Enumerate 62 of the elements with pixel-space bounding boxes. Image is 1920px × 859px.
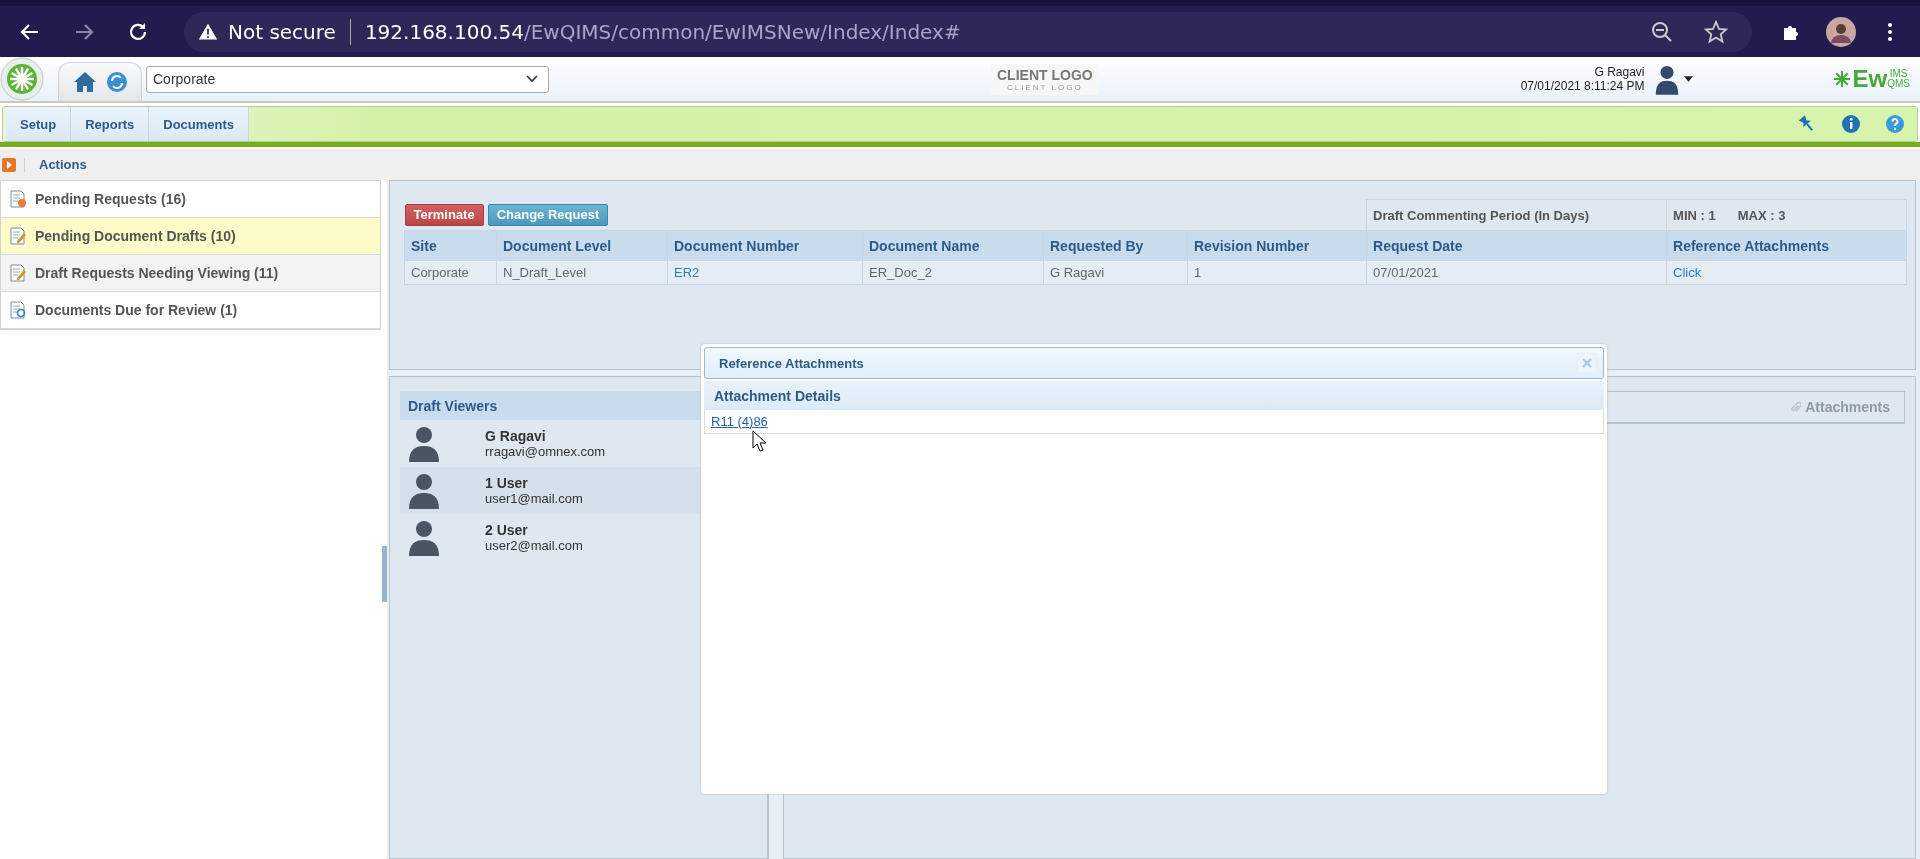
star-icon[interactable] xyxy=(1704,19,1728,44)
url-text: 192.168.100.54/EwQIMS/common/EwIMSNew/Index/Index# xyxy=(364,19,961,44)
dialog-title: Reference Attachments xyxy=(719,355,864,371)
user-email: user1@mail.com xyxy=(485,491,583,506)
column-header: Request Date xyxy=(1366,230,1667,261)
column-header: Document Level xyxy=(496,230,668,261)
section-header: Attachment Details xyxy=(704,381,1604,410)
user-name: 2 User xyxy=(485,522,529,538)
help-icon[interactable] xyxy=(1885,114,1905,134)
action-item[interactable]: Draft Requests Needing Viewing (11) xyxy=(1,255,380,292)
chevron-down-icon xyxy=(526,75,538,83)
max-value: MAX : 3 xyxy=(1737,207,1786,223)
column-header: Document Name xyxy=(862,230,1044,261)
table-link[interactable]: Click xyxy=(1673,265,1702,280)
address-bar[interactable]: Not secure 192.168.100.54/EwQIMS/common/EwIMSNew/Index/Index# xyxy=(184,11,1752,52)
breadcrumb-item[interactable]: Actions xyxy=(39,157,87,172)
security-label: Not secure xyxy=(228,19,336,44)
client-logo: CLIENT LOGO CLIENT LOGO xyxy=(991,63,1099,95)
user-name: G Ragavi xyxy=(1594,65,1645,79)
document-icon xyxy=(9,227,27,245)
person-icon xyxy=(408,472,440,509)
document-icon xyxy=(9,264,27,282)
date-time: 07/01/2021 8:11:24 PM xyxy=(1520,79,1645,93)
table-cell: N_Draft_Level xyxy=(496,260,668,285)
table-cell: ER_Doc_2 xyxy=(862,260,1044,285)
refresh-icon[interactable] xyxy=(105,70,129,94)
person-icon xyxy=(408,519,440,556)
table-cell: G Ragavi xyxy=(1043,260,1188,285)
min-value: MIN : 1 xyxy=(1673,207,1716,223)
column-header: Site xyxy=(404,230,497,261)
profile-avatar-icon[interactable] xyxy=(1826,16,1856,47)
terminate-button[interactable]: Terminate xyxy=(404,203,484,226)
cursor-icon xyxy=(752,430,766,452)
column-header: Requested By xyxy=(1043,230,1188,261)
table-cell: Corporate xyxy=(404,260,497,285)
info-icon[interactable] xyxy=(1841,114,1861,134)
menu-tab[interactable]: Reports xyxy=(71,107,150,141)
close-icon xyxy=(1582,358,1592,368)
user-name: G Ragavi xyxy=(485,428,547,444)
menu-tab[interactable]: Setup xyxy=(6,107,72,141)
home-icon[interactable] xyxy=(73,70,97,94)
commenting-period-label: Draft Commenting Period (In Days) xyxy=(1366,199,1667,231)
table-cell: 1 xyxy=(1187,260,1367,285)
user-email: user2@mail.com xyxy=(485,538,583,553)
user-email: rragavi@omnex.com xyxy=(485,444,606,459)
breadcrumb-icon xyxy=(2,157,16,172)
menu-tab[interactable]: Documents xyxy=(149,107,250,141)
person-icon xyxy=(408,425,440,462)
dropdown-caret-icon[interactable] xyxy=(1683,76,1693,82)
column-header: Document Number xyxy=(667,230,863,261)
user-name: 1 User xyxy=(485,475,529,491)
action-item[interactable]: Pending Document Drafts (10) xyxy=(1,218,380,255)
document-icon xyxy=(9,190,27,208)
table-link[interactable]: ER2 xyxy=(674,265,700,280)
column-header: Reference Attachments xyxy=(1666,230,1907,261)
app-logo-icon[interactable] xyxy=(0,57,44,101)
document-icon xyxy=(9,301,27,319)
paperclip-icon xyxy=(1790,400,1802,414)
site-select[interactable]: Corporate xyxy=(146,65,549,93)
column-header: Revision Number xyxy=(1187,230,1367,261)
zoom-out-icon[interactable] xyxy=(1650,19,1674,44)
table-cell: 07/01/2021 xyxy=(1366,260,1667,285)
